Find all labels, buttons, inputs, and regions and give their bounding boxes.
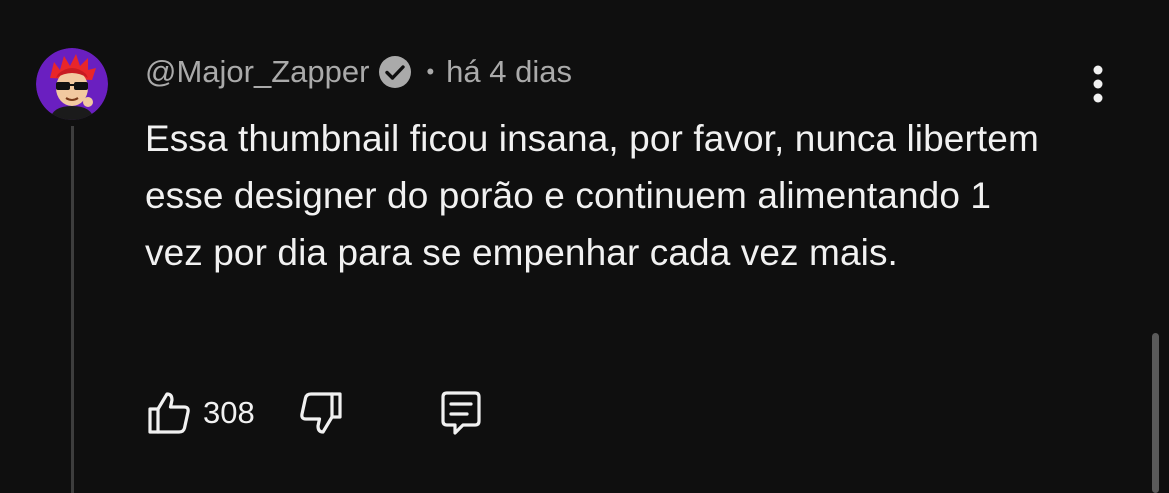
avatar[interactable]	[36, 48, 108, 120]
comment-header: @Major_Zapper • há 4 dias	[145, 52, 572, 92]
comment-text: Essa thumbnail ficou insana, por favor, …	[145, 118, 1039, 273]
dislike-button[interactable]	[295, 387, 347, 439]
reply-comment-icon	[441, 391, 481, 435]
like-button[interactable]	[143, 387, 195, 439]
thumbs-down-icon	[299, 392, 342, 434]
scrollbar[interactable]	[1152, 333, 1159, 493]
verified-check-icon	[378, 55, 412, 89]
author-name[interactable]: @Major_Zapper	[145, 54, 369, 90]
reply-button[interactable]	[435, 387, 487, 439]
separator-dot: •	[426, 59, 435, 84]
more-options-button[interactable]	[1080, 62, 1116, 106]
timestamp[interactable]: há 4 dias	[446, 54, 572, 90]
thread-line	[71, 126, 74, 493]
avatar-icon	[36, 48, 108, 120]
like-count: 308	[203, 395, 255, 430]
comment-actions: 308	[143, 385, 487, 441]
thumbs-up-icon	[148, 392, 190, 434]
more-vertical-icon	[1093, 65, 1103, 103]
